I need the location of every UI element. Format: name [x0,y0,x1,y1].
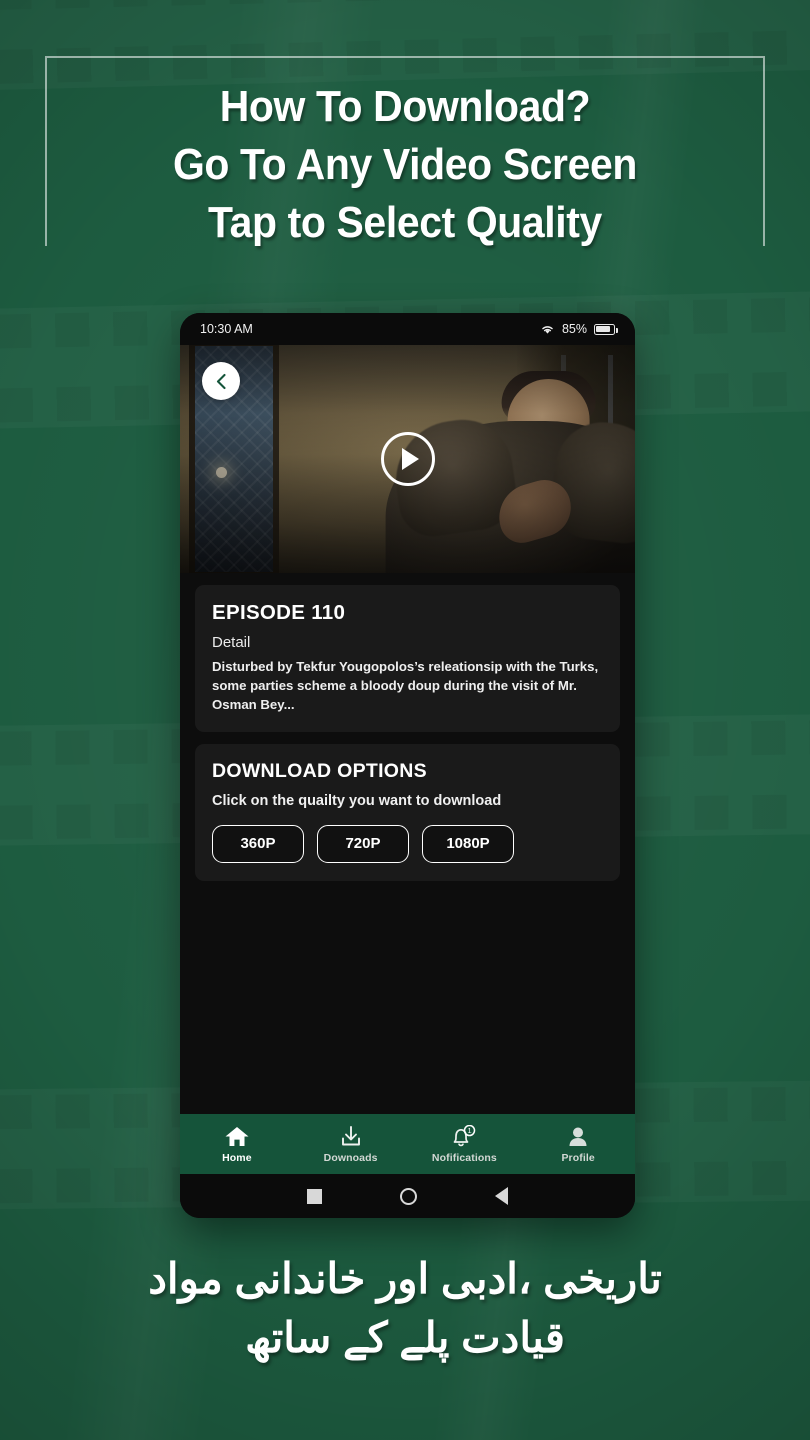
caption-line-1: تاریخی ،ادبی اور خاندانی مواد [148,1255,662,1302]
nav-item-profile[interactable]: Profile [521,1124,635,1164]
nav-label-downloads: Downoads [323,1152,378,1164]
play-button[interactable] [380,432,435,486]
download-options-subtitle: Click on the quailty you want to downloa… [212,793,502,810]
quality-button-720p[interactable]: 720P [317,825,409,864]
episode-description: Disturbed by Tekfur Yougopolos’s releati… [212,659,599,713]
headline-line-3: Tap to Select Quality [208,198,602,248]
download-options-card: DOWNLOAD OPTIONS Click on the quailty yo… [195,744,620,882]
episode-title: EPISODE 110 [212,601,346,624]
status-bar-time: 10:30 AM [200,322,253,336]
episode-card: EPISODE 110 Detail Disturbed by Tekfur Y… [195,585,620,733]
notification-badge-count: 1 [468,1126,472,1135]
android-system-nav [180,1174,635,1218]
back-triangle-icon[interactable] [495,1187,508,1205]
episode-detail-label: Detail [212,634,251,651]
nav-label-profile: Profile [561,1152,595,1164]
headline-line-1: How To Download? [219,82,591,131]
chevron-left-icon [216,373,226,389]
recents-square-icon[interactable] [307,1188,322,1204]
bottom-navigation-bar: Home Downoads 1 Nofifications Profile [180,1114,635,1174]
promo-caption: تاریخی ،ادبی اور خاندانی مواد قیادت پلے … [0,1250,810,1368]
nav-item-home[interactable]: Home [180,1124,294,1164]
promo-screenshot: How To Download? Go To Any Video Screen … [0,0,810,1440]
quality-options-row: 360P 720P 1080P [212,825,603,864]
phone-screen: 10:30 AM 85% EPISODE 110 Detail Disturbe… [180,313,635,1218]
video-player[interactable] [180,345,635,573]
download-icon [338,1124,364,1148]
phone-mockup: 10:30 AM 85% EPISODE 110 Detail Disturbe… [180,313,635,1218]
download-options-title: DOWNLOAD OPTIONS [212,760,427,783]
home-icon [224,1124,250,1148]
headline-line-2: Go To Any Video Screen [172,140,638,190]
person-icon [565,1124,591,1148]
nav-item-notifications[interactable]: 1 Nofifications [408,1124,522,1164]
quality-button-1080p[interactable]: 1080P [422,825,514,864]
nav-label-notifications: Nofifications [431,1152,497,1164]
quality-button-360p[interactable]: 360P [212,825,304,864]
battery-percent-label: 85% [561,322,587,336]
content-empty-space [195,893,620,1114]
promo-headline: How To Download? Go To Any Video Screen … [28,78,781,252]
status-bar-indicators: 85% [540,322,618,336]
screen-content: EPISODE 110 Detail Disturbed by Tekfur Y… [180,573,635,1114]
back-button[interactable] [202,362,240,400]
nav-label-home: Home [222,1152,252,1164]
caption-line-2: قیادت پلے کے ساتھ [245,1313,565,1361]
bell-icon: 1 [449,1124,479,1148]
nav-item-downloads[interactable]: Downoads [294,1124,408,1164]
home-circle-icon[interactable] [400,1187,417,1205]
battery-icon [594,323,618,335]
status-bar: 10:30 AM 85% [180,313,635,345]
wifi-icon [542,326,553,334]
play-icon [401,448,419,470]
